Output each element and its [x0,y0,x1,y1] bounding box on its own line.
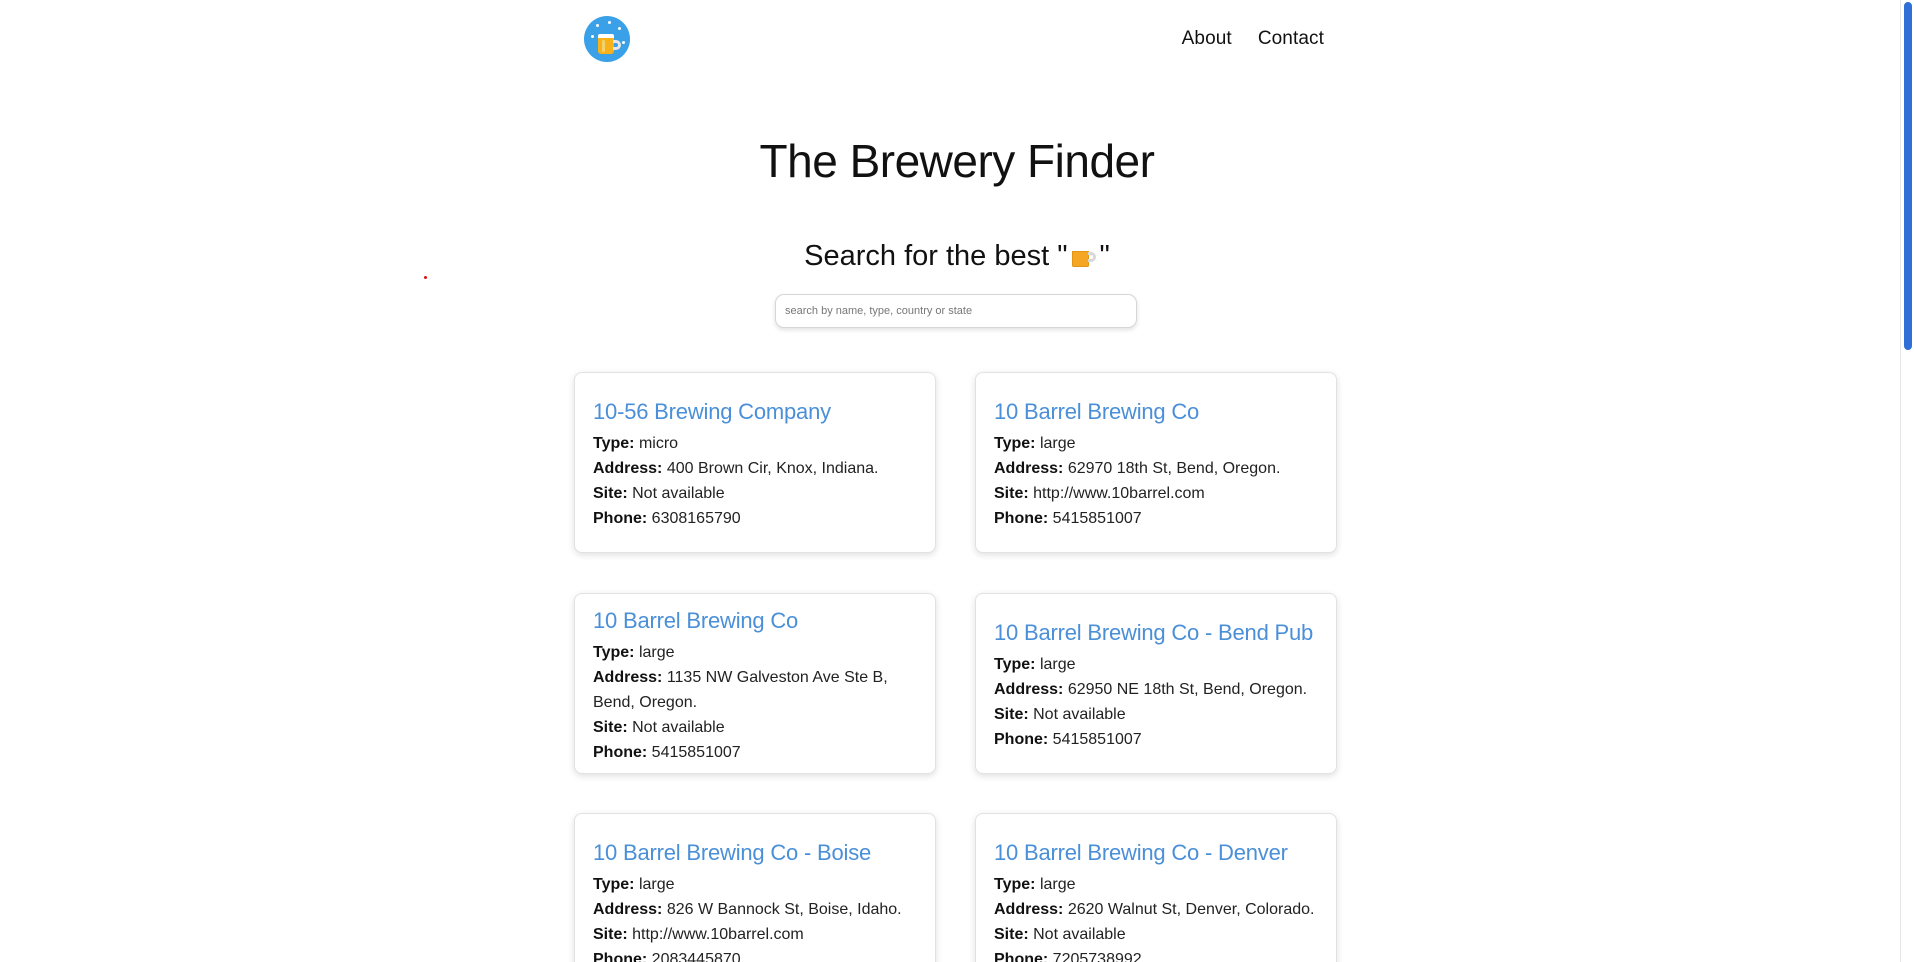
brewery-address: Address: 62950 NE 18th St, Bend, Oregon. [994,677,1318,702]
brewery-name[interactable]: 10 Barrel Brewing Co - Denver [994,840,1318,866]
address-value: 400 Brown Cir, Knox, Indiana. [666,460,879,477]
type-label: Type: [994,435,1036,452]
address-value: 62950 NE 18th St, Bend, Oregon. [1067,681,1308,698]
brewery-address: Address: 1135 NW Galveston Ave Ste B, Be… [593,665,917,715]
site-label: Site: [593,485,628,502]
search-box [775,294,1137,328]
brewery-address: Address: 62970 18th St, Bend, Oregon. [994,456,1318,481]
phone-value: 7205738992 [1052,951,1142,962]
brewery-site: Site: http://www.10barrel.com [994,481,1318,506]
site-label: Site: [994,706,1029,723]
address-label: Address: [593,460,663,477]
brewery-name[interactable]: 10 Barrel Brewing Co - Bend Pub [994,620,1318,646]
site-label: Site: [994,485,1029,502]
type-label: Type: [994,656,1036,673]
phone-value: 5415851007 [651,744,741,761]
type-value: micro [638,435,679,452]
address-label: Address: [994,681,1064,698]
type-label: Type: [593,876,635,893]
address-value: 62970 18th St, Bend, Oregon. [1067,460,1281,477]
phone-value: 2083445870 [651,951,741,962]
phone-label: Phone: [593,744,648,761]
brewery-card[interactable]: 10 Barrel Brewing Co Type: large Address… [574,593,936,774]
phone-label: Phone: [994,951,1049,962]
brewery-card[interactable]: 10 Barrel Brewing Co - Bend Pub Type: la… [975,593,1337,774]
navbar: About Contact [584,14,1324,64]
brewery-card[interactable]: 10 Barrel Brewing Co - Denver Type: larg… [975,813,1337,962]
site-value[interactable]: http://www.10barrel.com [632,926,804,943]
nav-links: About Contact [1182,28,1324,50]
type-value: large [638,876,675,893]
type-label: Type: [593,435,635,452]
brewery-phone: Phone: 5415851007 [994,727,1318,752]
beer-mug-icon [1070,242,1098,268]
brewery-name[interactable]: 10 Barrel Brewing Co [994,399,1318,425]
type-label: Type: [994,876,1036,893]
phone-value: 5415851007 [1052,731,1142,748]
cursor-dot [424,276,427,279]
brewery-phone: Phone: 5415851007 [994,506,1318,531]
brewery-type: Type: large [593,640,917,665]
brewery-site: Site: Not available [994,922,1318,947]
type-value: large [1039,876,1076,893]
brewery-site: Site: Not available [994,702,1318,727]
brewery-site: Site: Not available [593,481,917,506]
brewery-site: Site: Not available [593,715,917,740]
brewery-name[interactable]: 10 Barrel Brewing Co [593,608,917,634]
phone-label: Phone: [593,510,648,527]
brewery-card[interactable]: 10 Barrel Brewing Co - Boise Type: large… [574,813,936,962]
nav-link-about[interactable]: About [1182,28,1232,50]
phone-label: Phone: [593,951,648,962]
phone-label: Phone: [994,510,1049,527]
address-label: Address: [994,460,1064,477]
brewery-phone: Phone: 5415851007 [593,740,917,765]
phone-value: 5415851007 [1052,510,1142,527]
site-value: Not available [1033,706,1126,723]
address-value: 826 W Bannock St, Boise, Idaho. [666,901,902,918]
site-label: Site: [593,926,628,943]
phone-value: 6308165790 [651,510,741,527]
site-value: Not available [632,485,725,502]
brewery-type: Type: micro [593,431,917,456]
brewery-site: Site: http://www.10barrel.com [593,922,917,947]
brewery-type: Type: large [994,652,1318,677]
brewery-address: Address: 2620 Walnut St, Denver, Colorad… [994,897,1318,922]
type-label: Type: [593,644,635,661]
address-value: 2620 Walnut St, Denver, Colorado. [1067,901,1315,918]
brewery-name[interactable]: 10 Barrel Brewing Co - Boise [593,840,917,866]
address-label: Address: [593,901,663,918]
phone-label: Phone: [994,731,1049,748]
brewery-name[interactable]: 10-56 Brewing Company [593,399,917,425]
nav-link-contact[interactable]: Contact [1258,28,1324,50]
type-value: large [638,644,675,661]
type-value: large [1039,656,1076,673]
type-value: large [1039,435,1076,452]
page-title: The Brewery Finder [759,135,1155,187]
address-label: Address: [593,669,663,686]
search-heading: Search for the best " " [0,240,1914,273]
beer-mug-logo-icon[interactable] [584,16,630,62]
address-label: Address: [994,901,1064,918]
site-value: Not available [632,719,725,736]
site-value: Not available [1033,926,1126,943]
brewery-type: Type: large [593,872,917,897]
brewery-card[interactable]: 10-56 Brewing Company Type: micro Addres… [574,372,936,553]
brewery-phone: Phone: 7205738992 [994,947,1318,962]
brewery-type: Type: large [994,872,1318,897]
search-input[interactable] [776,295,1136,327]
site-value[interactable]: http://www.10barrel.com [1033,485,1205,502]
brewery-phone: Phone: 6308165790 [593,506,917,531]
brewery-card[interactable]: 10 Barrel Brewing Co Type: large Address… [975,372,1337,553]
site-label: Site: [593,719,628,736]
site-label: Site: [994,926,1029,943]
brewery-address: Address: 826 W Bannock St, Boise, Idaho. [593,897,917,922]
search-heading-suffix: " [1099,240,1110,272]
brewery-phone: Phone: 2083445870 [593,947,917,962]
search-heading-prefix: Search for the best " [804,240,1068,272]
brewery-type: Type: large [994,431,1318,456]
brewery-address: Address: 400 Brown Cir, Knox, Indiana. [593,456,917,481]
